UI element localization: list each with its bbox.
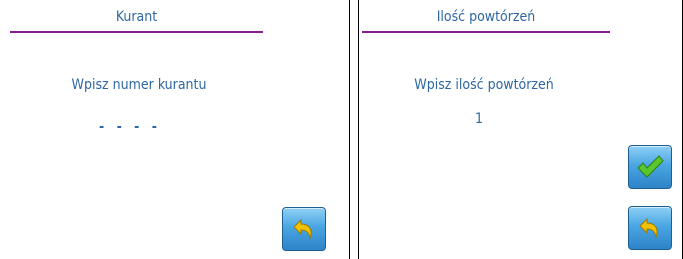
repeat-count-input[interactable]: 1 bbox=[459, 108, 499, 130]
repeat-count-screen: Ilość powtórzeń Wpisz ilość powtórzeń 1 bbox=[358, 0, 683, 259]
kurant-number-input[interactable]: - - - - bbox=[95, 116, 165, 138]
back-button[interactable] bbox=[282, 207, 326, 251]
undo-arrow-icon bbox=[291, 216, 317, 242]
repeat-prompt: Wpisz ilość powtórzeń bbox=[414, 77, 554, 93]
kurant-screen: Kurant Wpisz numer kurantu - - - - bbox=[0, 0, 350, 259]
undo-arrow-icon bbox=[637, 215, 663, 241]
confirm-button[interactable] bbox=[628, 145, 672, 189]
title-divider bbox=[362, 31, 610, 33]
back-button[interactable] bbox=[628, 206, 672, 250]
checkmark-icon bbox=[635, 153, 665, 181]
page-title: Kurant bbox=[115, 9, 158, 25]
title-divider bbox=[10, 31, 263, 33]
kurant-prompt: Wpisz numer kurantu bbox=[71, 77, 207, 93]
page-title: Ilość powtórzeń bbox=[436, 9, 536, 25]
